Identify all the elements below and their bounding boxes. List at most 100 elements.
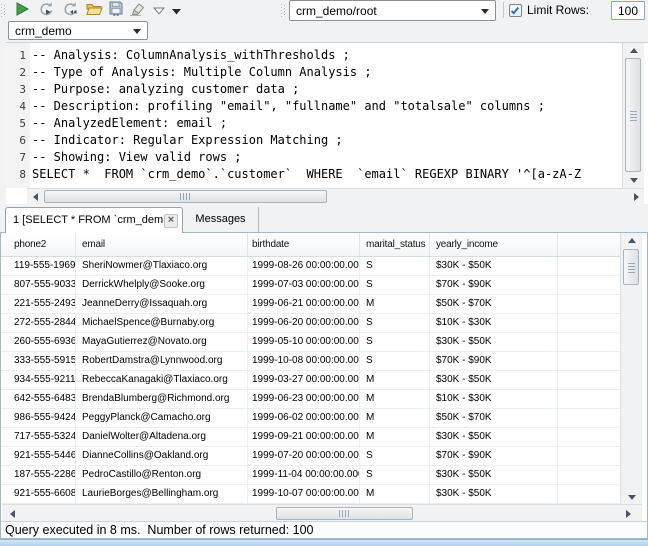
save-file-button[interactable]	[106, 1, 126, 19]
app-window: crm_demo/root Limit Rows: crm_demo 1-- A…	[0, 0, 648, 546]
database-combo[interactable]: crm_demo	[8, 21, 148, 40]
save-icon	[109, 1, 123, 19]
column-header[interactable]: email	[76, 233, 248, 256]
code-lines: 1-- Analysis: ColumnAnalysis_withThresho…	[6, 47, 620, 183]
cell-filler	[558, 257, 620, 275]
results-header-row: phone2 email birthdate marital_status ye…	[1, 233, 620, 257]
table-row[interactable]: 807-555-9033 DerrickWhelply@Sooke.org 19…	[1, 276, 620, 295]
refresh-play-icon	[38, 1, 54, 20]
code-text: SELECT * FROM `crm_demo`.`customer` WHER…	[32, 167, 581, 181]
results-hscroll-thumb[interactable]	[276, 507, 413, 520]
toolbar-grip[interactable]	[1, 3, 5, 17]
cell-email: DanielWolter@Altadena.org	[76, 428, 248, 446]
clear-editor-button[interactable]	[127, 1, 147, 19]
table-row[interactable]: 119-555-1969 SheriNowmer@Tlaxiaco.org 19…	[1, 257, 620, 276]
table-row[interactable]: 642-555-6483 BrendaBlumberg@Richmond.org…	[1, 390, 620, 409]
line-number: 4	[6, 98, 26, 115]
toolbar-grip-2[interactable]	[281, 3, 285, 17]
table-row[interactable]: 921-555-6608 LaurieBorges@Bellingham.org…	[1, 485, 620, 504]
table-row[interactable]: 921-555-5446 DianneCollins@Oakland.org 1…	[1, 447, 620, 466]
code-line: 3-- Purpose: analyzing customer data ;	[6, 81, 620, 98]
cell-yearly-income: $30K - $50K	[430, 333, 558, 351]
limit-rows-input[interactable]	[611, 1, 645, 20]
table-row[interactable]: 717-555-5324 DanielWolter@Altadena.org 1…	[1, 428, 620, 447]
code-text: -- Indicator: Regular Expression Matchin…	[32, 133, 343, 147]
play-icon	[16, 2, 29, 19]
results-vscroll-thumb[interactable]	[623, 249, 639, 285]
editor-vscroll-thumb[interactable]	[625, 58, 641, 172]
cell-yearly-income: $30K - $50K	[430, 371, 558, 389]
code-text: -- Analysis: ColumnAnalysis_withThreshol…	[32, 48, 350, 62]
cell-yearly-income: $30K - $50K	[430, 485, 558, 503]
scroll-left-icon[interactable]	[27, 189, 43, 204]
editor-hscroll-thumb[interactable]	[44, 190, 327, 203]
execute-all-statements-button[interactable]	[60, 1, 80, 19]
tab-result-set[interactable]: 1 [SELECT * FROM `crm_dem...] ×	[5, 207, 183, 233]
cell-email: DianneCollins@Oakland.org	[76, 447, 248, 465]
cell-filler	[558, 371, 620, 389]
cell-email: DerrickWhelply@Sooke.org	[76, 276, 248, 294]
cell-marital-status: S	[360, 447, 430, 465]
cell-birthdate: 1999-06-23 00:00:00.000	[248, 390, 360, 408]
cell-marital-status: M	[360, 409, 430, 427]
cell-marital-status: S	[360, 314, 430, 332]
cell-phone2: 934-555-9211	[1, 371, 76, 389]
cell-email: LaurieBorges@Bellingham.org	[76, 485, 248, 503]
cell-birthdate: 1999-10-07 00:00:00.000	[248, 485, 360, 503]
connection-combo[interactable]: crm_demo/root	[289, 0, 496, 21]
open-file-button[interactable]	[84, 1, 104, 19]
cell-yearly-income: $70K - $90K	[430, 447, 558, 465]
column-header[interactable]: yearly_income	[430, 233, 558, 256]
cell-phone2: 187-555-2286	[1, 466, 76, 484]
table-row[interactable]: 260-555-6936 MayaGutierrez@Novato.org 19…	[1, 333, 620, 352]
sql-editor[interactable]: 1-- Analysis: ColumnAnalysis_withThresho…	[6, 42, 648, 204]
check-icon	[511, 6, 519, 15]
results-hscrollbar[interactable]	[2, 504, 642, 521]
dropdown-outline-icon	[153, 3, 165, 18]
cell-phone2: 119-555-1969	[1, 257, 76, 275]
execute-current-statement-button[interactable]	[36, 1, 56, 19]
cell-phone2: 717-555-5324	[1, 428, 76, 446]
table-row[interactable]: 187-555-2286 PedroCastillo@Renton.org 19…	[1, 466, 620, 485]
results-vscrollbar[interactable]	[620, 233, 642, 505]
table-row[interactable]: 333-555-5915 RobertDamstra@Lynnwood.org …	[1, 352, 620, 371]
results-rows: 119-555-1969 SheriNowmer@Tlaxiaco.org 19…	[1, 257, 620, 504]
table-row[interactable]: 272-555-2844 MichaelSpence@Burnaby.org 1…	[1, 314, 620, 333]
cell-marital-status: S	[360, 333, 430, 351]
table-row[interactable]: 221-555-2493 JeanneDerry@Issaquah.org 19…	[1, 295, 620, 314]
more-actions-button[interactable]	[169, 1, 184, 19]
column-header[interactable]: phone2	[1, 233, 76, 256]
toolbar-separator	[503, 2, 504, 18]
cell-filler	[558, 314, 620, 332]
dropdown-icon	[172, 3, 181, 18]
scroll-up-icon[interactable]	[624, 233, 640, 248]
cell-birthdate: 1999-09-21 00:00:00.000	[248, 428, 360, 446]
cell-marital-status: S	[360, 352, 430, 370]
scroll-down-icon[interactable]	[624, 490, 640, 505]
table-row[interactable]: 986-555-9424 PeggyPlanck@Camacho.org 199…	[1, 409, 620, 428]
close-icon[interactable]: ×	[164, 214, 178, 228]
tab-messages[interactable]: Messages	[183, 207, 259, 232]
editor-hscrollbar[interactable]	[27, 188, 644, 204]
cell-email: JeanneDerry@Issaquah.org	[76, 295, 248, 313]
scroll-right-icon[interactable]	[628, 189, 644, 204]
more-actions-outline-button[interactable]	[150, 1, 167, 19]
scroll-up-icon[interactable]	[626, 43, 642, 58]
column-header[interactable]: birthdate	[248, 233, 360, 256]
cell-birthdate: 1999-11-04 00:00:00.000	[248, 466, 360, 484]
table-row[interactable]: 934-555-9211 RebeccaKanagaki@Tlaxiaco.or…	[1, 371, 620, 390]
run-query-button[interactable]	[12, 1, 32, 19]
cell-marital-status: S	[360, 257, 430, 275]
cell-birthdate: 1999-10-08 00:00:00.000	[248, 352, 360, 370]
cell-filler	[558, 276, 620, 294]
cell-filler	[558, 295, 620, 313]
cell-filler	[558, 352, 620, 370]
column-header[interactable]: marital_status	[360, 233, 430, 256]
scroll-left-icon[interactable]	[4, 506, 20, 521]
editor-vscrollbar[interactable]	[622, 43, 644, 188]
code-line: 7-- Showing: View valid rows ;	[6, 149, 620, 166]
cell-filler	[558, 485, 620, 503]
limit-rows-checkbox[interactable]	[509, 4, 522, 17]
scroll-right-icon[interactable]	[620, 506, 636, 521]
scroll-down-icon[interactable]	[626, 173, 642, 188]
